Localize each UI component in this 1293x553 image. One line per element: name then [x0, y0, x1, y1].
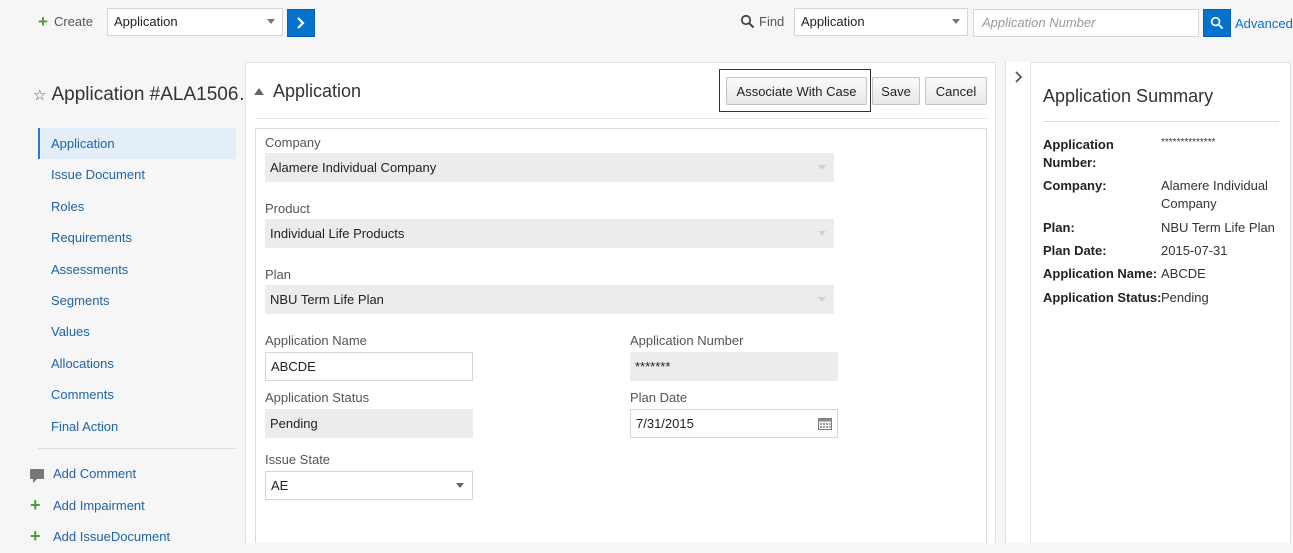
create-type-value: Application — [114, 14, 178, 29]
search-button[interactable] — [1203, 9, 1231, 37]
star-icon[interactable]: ☆ — [33, 86, 46, 104]
application-number-label: Application Number — [630, 333, 744, 348]
add-issue-document-link[interactable]: + Add IssueDocument — [30, 521, 240, 553]
summary-title: Application Summary — [1043, 86, 1214, 106]
find-type-select[interactable]: Application — [794, 8, 968, 36]
plus-icon: + — [30, 526, 41, 547]
nav-item-allocations[interactable]: Allocations — [38, 348, 236, 379]
issue-state-label: Issue State — [265, 452, 331, 467]
page-title-text: Application #ALA1506… — [51, 84, 258, 105]
summary-divider — [1043, 121, 1279, 122]
nav-item-comments[interactable]: Comments — [38, 379, 236, 410]
chevron-down-icon — [456, 483, 464, 488]
add-issue-document-label: Add IssueDocument — [53, 529, 171, 545]
cancel-button[interactable]: Cancel — [925, 77, 987, 105]
application-number-field: ******* — [630, 352, 838, 381]
plan-label: Plan — [265, 267, 292, 282]
summary-key-plan: Plan: — [1043, 220, 1075, 235]
collapse-triangle-icon[interactable] — [254, 88, 264, 95]
chevron-down-icon — [818, 231, 826, 236]
product-label: Product — [265, 201, 310, 216]
nav-item-assessments[interactable]: Assessments — [38, 254, 236, 285]
company-value: Alamere Individual Company — [270, 160, 437, 175]
nav-item-final-action[interactable]: Final Action — [38, 411, 236, 442]
company-label: Company — [265, 135, 321, 150]
add-comment-link[interactable]: Add Comment — [30, 458, 240, 490]
chevron-down-icon — [267, 19, 275, 24]
application-status-field: Pending — [265, 409, 473, 438]
plan-date-value: 7/31/2015 — [636, 416, 694, 431]
search-icon — [1210, 16, 1224, 30]
application-status-value: Pending — [270, 416, 318, 431]
plus-icon: + — [30, 494, 41, 515]
section-header[interactable]: Application — [254, 81, 361, 102]
issue-state-select[interactable]: AE — [265, 471, 473, 500]
product-select: Individual Life Products — [265, 219, 834, 248]
summary-value-application-number: ************** — [1161, 137, 1216, 148]
add-impairment-link[interactable]: + Add Impairment — [30, 490, 240, 522]
product-value: Individual Life Products — [270, 226, 405, 241]
application-name-label: Application Name — [265, 333, 367, 348]
summary-value-plan-date: 2015-07-31 — [1161, 243, 1228, 258]
plan-select: NBU Term Life Plan — [265, 285, 834, 314]
plan-value: NBU Term Life Plan — [270, 292, 384, 307]
action-links: Add Comment + Add Impairment + Add Issue… — [30, 458, 240, 553]
summary-key-application-status: Application Status: — [1043, 290, 1162, 305]
side-nav: Application Issue Document Roles Require… — [38, 128, 236, 442]
nav-item-roles[interactable]: Roles — [38, 191, 236, 222]
nav-item-application[interactable]: Application — [38, 128, 236, 160]
save-button[interactable]: Save — [872, 77, 920, 105]
application-number-value: ******* — [635, 359, 671, 374]
chevron-down-icon — [818, 297, 826, 302]
page-title: ☆ Application #ALA1506… — [33, 84, 257, 106]
company-select: Alamere Individual Company — [265, 153, 834, 182]
plan-date-input[interactable]: 7/31/2015 — [630, 409, 838, 438]
title-divider — [255, 118, 987, 119]
application-name-input[interactable]: ABCDE — [265, 352, 473, 381]
nav-divider — [38, 448, 236, 449]
calendar-icon[interactable] — [818, 417, 832, 430]
find-label-group: Find — [740, 14, 784, 29]
plus-icon: + — [38, 11, 48, 31]
create-label: Create — [53, 14, 93, 29]
summary-value-application-status: Pending — [1161, 290, 1209, 305]
advanced-search-link[interactable]: Advanced — [1235, 16, 1293, 31]
summary-key-application-name: Application Name: — [1043, 266, 1158, 281]
search-input[interactable]: Application Number — [973, 9, 1199, 37]
add-comment-label: Add Comment — [53, 466, 137, 482]
find-label: Find — [759, 14, 785, 29]
create-type-select[interactable]: Application — [107, 8, 283, 36]
summary-key-plan-date: Plan Date: — [1043, 243, 1107, 258]
nav-item-segments[interactable]: Segments — [38, 285, 236, 316]
chevron-down-icon — [952, 19, 960, 24]
summary-value-plan: NBU Term Life Plan — [1161, 220, 1275, 235]
summary-collapse-strip[interactable] — [1005, 62, 1030, 543]
nav-item-values[interactable]: Values — [38, 316, 236, 347]
nav-item-requirements[interactable]: Requirements — [38, 222, 236, 253]
comment-icon — [30, 468, 44, 483]
chevron-right-icon[interactable] — [1014, 71, 1023, 83]
plan-date-label: Plan Date — [630, 390, 688, 405]
summary-value-company: Alamere Individual Company — [1161, 178, 1268, 211]
add-impairment-label: Add Impairment — [53, 497, 145, 513]
create-menu[interactable]: + Create — [38, 11, 93, 31]
application-status-label: Application Status — [265, 390, 370, 405]
summary-value-application-name: ABCDE — [1161, 266, 1206, 281]
nav-item-issue-document[interactable]: Issue Document — [38, 159, 236, 190]
search-icon — [740, 14, 755, 29]
chevron-right-icon — [297, 17, 305, 29]
application-name-value: ABCDE — [271, 359, 316, 374]
summary-key-application-number: Application Number: — [1043, 137, 1114, 170]
issue-state-value: AE — [271, 478, 289, 493]
find-type-value: Application — [801, 14, 865, 29]
chevron-down-icon — [818, 165, 826, 170]
summary-key-company: Company: — [1043, 178, 1107, 193]
section-title: Application — [273, 81, 362, 101]
search-placeholder: Application Number — [982, 15, 1096, 30]
create-go-button[interactable] — [287, 9, 315, 37]
associate-with-case-button[interactable]: Associate With Case — [726, 77, 867, 105]
